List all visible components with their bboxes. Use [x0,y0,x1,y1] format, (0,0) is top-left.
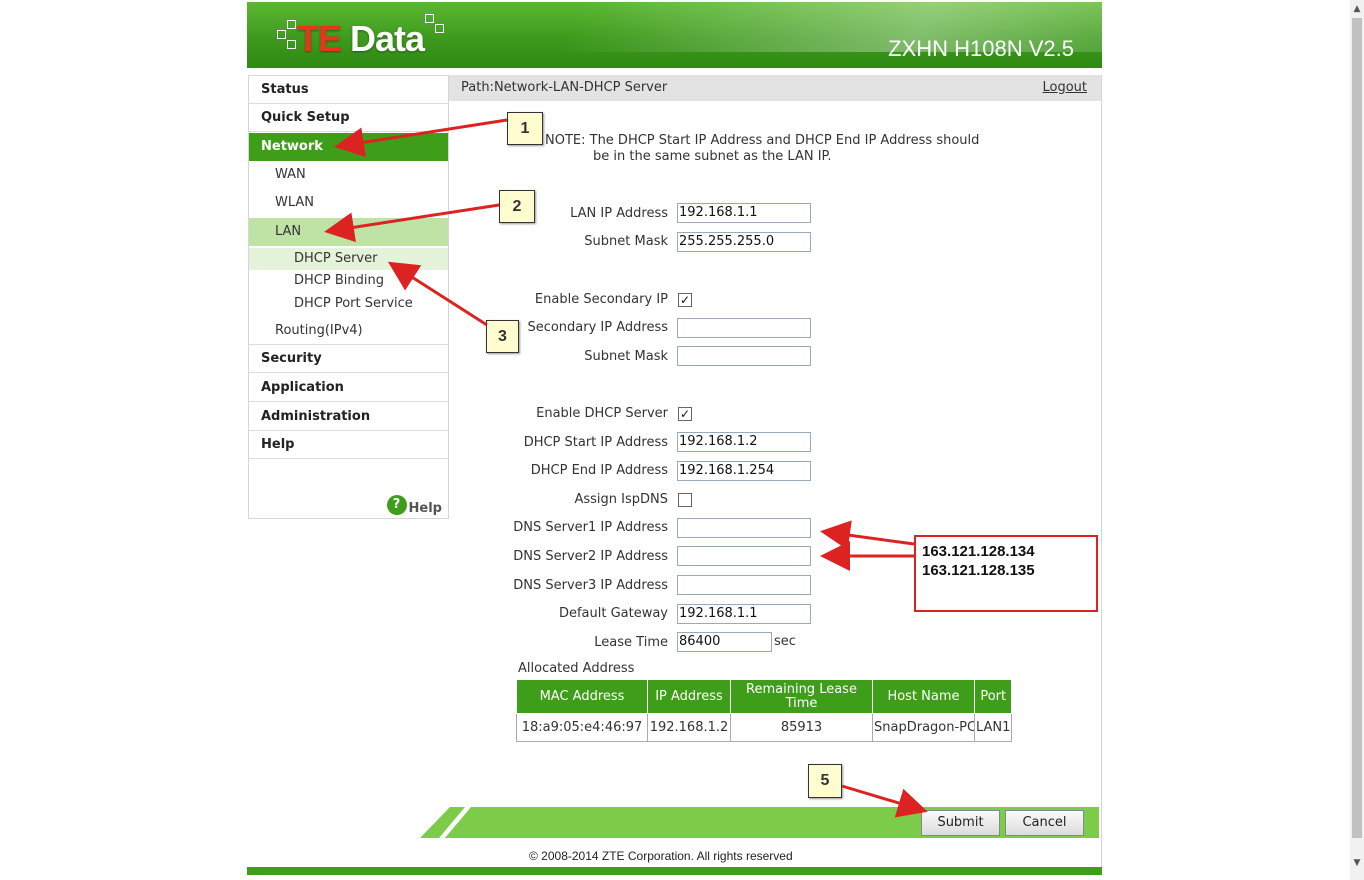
enable-dhcp-label: Enable DHCP Server [536,406,668,421]
annotation-step-5: 5 [808,764,842,798]
footer-line [247,867,1102,875]
subnet-mask-input[interactable]: 255.255.255.0 [677,232,811,252]
sidebar-item-status[interactable]: Status [249,76,448,104]
page-scrollbar[interactable]: ▲ ▼ [1350,0,1364,880]
table-cell: 18:a9:05:e4:46:97 [516,713,648,742]
scroll-thumb[interactable] [1352,18,1362,838]
te-data-logo: TE Data [267,14,447,60]
dns2-input[interactable] [677,546,811,566]
sidebar-item-help[interactable]: Help [249,431,448,459]
dns1-input[interactable] [677,518,811,538]
lease-time-unit: sec [774,634,796,649]
sidebar-item-wan[interactable]: WAN [249,161,448,189]
assign-isp-dns-checkbox[interactable] [678,493,692,507]
help-link[interactable]: ? Help [386,495,442,516]
table-cell: 85913 [730,713,873,742]
allocated-address-title: Allocated Address [518,661,635,676]
sidebar-item-security[interactable]: Security [249,345,448,373]
column-header: Host Name [872,679,975,714]
logout-link[interactable]: Logout [1042,75,1087,101]
subnet-mask-label: Subnet Mask [584,234,668,249]
dns3-input[interactable] [677,575,811,595]
assign-isp-dns-label: Assign IspDNS [574,492,668,507]
table-cell: LAN1 [973,713,1013,742]
dns-annotation-box: 163.121.128.134 163.121.128.135 [914,535,1098,612]
dhcp-end-input[interactable]: 192.168.1.254 [677,461,811,481]
lease-time-input[interactable]: 86400 [677,632,772,652]
lan-ip-input[interactable]: 192.168.1.1 [677,203,811,223]
dhcp-start-label: DHCP Start IP Address [523,435,668,450]
dhcp-note: NOTE: The DHCP Start IP Address and DHCP… [545,133,979,165]
checkmark-icon: ✓ [679,293,691,307]
sidebar-item-wlan[interactable]: WLAN [249,189,448,217]
allocated-address-table: MAC Address IP Address Remaining Lease T… [516,679,1013,742]
secondary-subnet-input[interactable] [677,346,811,366]
sidebar-nav: Status Quick Setup Network WAN WLAN LAN … [248,75,449,519]
dns1-label: DNS Server1 IP Address [513,520,668,535]
logo-square-icon [435,24,444,33]
sidebar-item-dhcp-server[interactable]: DHCP Server [249,248,448,270]
lan-ip-label: LAN IP Address [570,206,668,221]
column-header: MAC Address [516,679,648,714]
logo-square-icon [277,30,286,39]
sidebar-item-dhcp-binding[interactable]: DHCP Binding [249,270,448,292]
help-link-label: Help [408,501,442,516]
lease-time-label: Lease Time [594,635,668,650]
annotation-step-2: 2 [499,190,535,223]
logo-square-icon [287,40,296,49]
model-name: ZXHN H108N V2.5 [888,36,1074,61]
table-cell: 192.168.1.2 [647,713,731,742]
column-header: IP Address [647,679,731,714]
sidebar-item-lan[interactable]: LAN [249,218,448,246]
logo-square-icon [287,20,296,29]
note-line: NOTE: The DHCP Start IP Address and DHCP… [545,133,980,148]
secondary-ip-label: Secondary IP Address [527,320,668,335]
column-header: Remaining Lease Time [730,679,873,714]
main-content: Path:Network-LAN-DHCP Server Logout NOTE… [449,75,1102,870]
dhcp-end-label: DHCP End IP Address [530,463,668,478]
help-icon: ? [386,495,407,515]
cancel-button[interactable]: Cancel [1005,810,1084,836]
copyright: © 2008-2014 ZTE Corporation. All rights … [529,849,793,863]
table-header-row: MAC Address IP Address Remaining Lease T… [516,679,1013,714]
table-cell: SnapDragon-PC [872,713,975,742]
breadcrumb-path: Path:Network-LAN-DHCP Server [461,80,668,95]
logo-square-icon [425,14,434,23]
enable-secondary-ip-checkbox[interactable]: ✓ [678,293,692,307]
enable-secondary-ip-label: Enable Secondary IP [534,292,668,307]
dns-primary-value: 163.121.128.134 [922,543,1035,560]
scroll-up-icon[interactable]: ▲ [1350,2,1364,16]
checkmark-icon: ✓ [679,407,691,421]
breadcrumb: Path:Network-LAN-DHCP Server Logout [449,75,1101,101]
dns2-label: DNS Server2 IP Address [513,549,668,564]
note-line: be in the same subnet as the LAN IP. [593,149,832,164]
sidebar-item-quick-setup[interactable]: Quick Setup [249,104,448,132]
annotation-step-3: 3 [486,320,519,353]
scroll-down-icon[interactable]: ▼ [1350,856,1364,870]
default-gateway-label: Default Gateway [558,606,668,621]
table-row: 18:a9:05:e4:46:97 192.168.1.2 85913 Snap… [516,713,1013,742]
router-header: TE Data ZXHN H108N V2.5 [247,2,1102,68]
dhcp-start-input[interactable]: 192.168.1.2 [677,432,811,452]
logo-text: TE Data [297,18,425,59]
bar-stripe [438,807,472,838]
sidebar-item-administration[interactable]: Administration [249,403,448,431]
sidebar-item-application[interactable]: Application [249,374,448,402]
submit-button[interactable]: Submit [921,810,1000,836]
column-header: Port [973,679,1013,714]
sidebar-item-routing[interactable]: Routing(IPv4) [249,317,448,345]
secondary-ip-input[interactable] [677,318,811,338]
enable-dhcp-checkbox[interactable]: ✓ [678,407,692,421]
annotation-step-1: 1 [507,112,543,145]
secondary-subnet-label: Subnet Mask [584,349,668,364]
default-gateway-input[interactable]: 192.168.1.1 [677,604,811,624]
dns3-label: DNS Server3 IP Address [513,578,668,593]
dns-secondary-value: 163.121.128.135 [922,562,1035,579]
sidebar-item-dhcp-port-service[interactable]: DHCP Port Service [249,293,448,315]
sidebar-item-network[interactable]: Network [249,133,448,161]
